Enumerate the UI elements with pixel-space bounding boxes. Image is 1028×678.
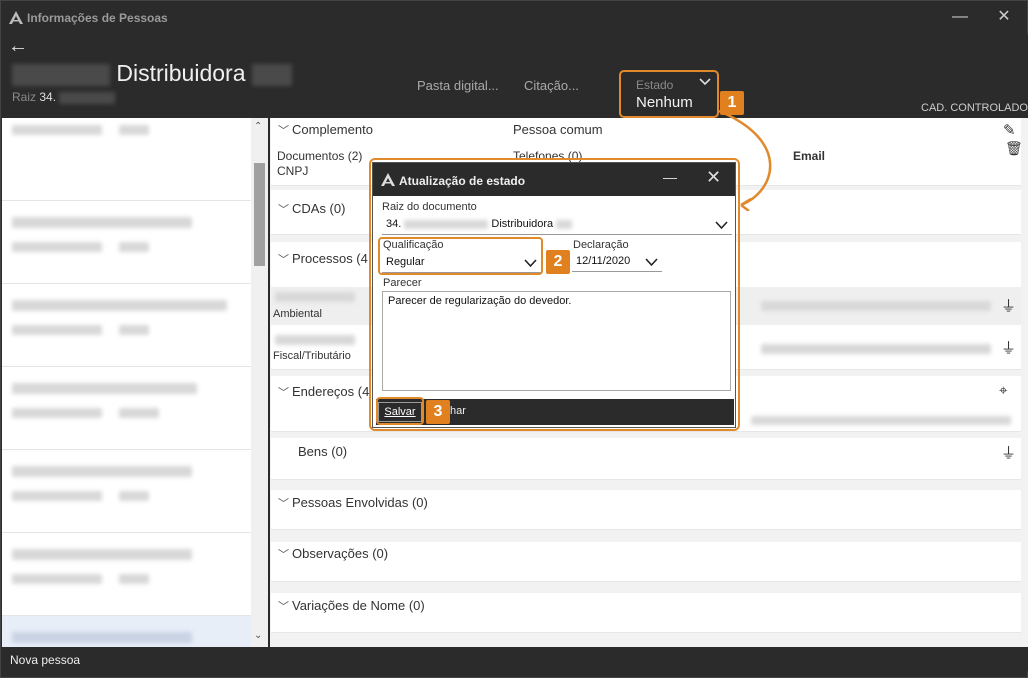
chevron-down-icon: [645, 258, 658, 267]
declaracao-date-picker[interactable]: 12/11/2020: [572, 252, 662, 272]
raiz-documento-select[interactable]: 34. Distribuidora: [382, 215, 732, 235]
back-arrow-icon[interactable]: ←: [8, 35, 28, 58]
scroll-down-icon[interactable]: ⌄: [254, 630, 262, 641]
pessoa-comum: Pessoa comum: [513, 122, 603, 137]
chevron-down-icon: [699, 78, 711, 86]
processos-title: Processos (4: [292, 251, 368, 266]
scroll-thumb[interactable]: [254, 163, 265, 266]
scrollbar[interactable]: ⌃ ⌄: [251, 118, 268, 647]
raiz-line: Raiz 34.: [12, 90, 116, 104]
list-item[interactable]: [2, 533, 251, 616]
envolvidas-title: Pessoas Envolvidas (0): [292, 495, 428, 510]
estado-label: Estado: [636, 78, 674, 92]
step-badge: 3: [426, 400, 450, 424]
section-bens: Bens (0) ⏚: [271, 438, 1021, 480]
documentos-label[interactable]: Documentos (2): [277, 149, 362, 163]
chevron-down-icon: ﹀: [278, 549, 289, 561]
list-item[interactable]: [2, 201, 251, 284]
bens-title[interactable]: Bens (0): [298, 444, 347, 459]
variacoes-title: Variações de Nome (0): [292, 598, 425, 613]
filter-icon[interactable]: ⏚: [1001, 295, 1016, 316]
step-badge: 1: [720, 91, 744, 115]
window-title: Informações de Pessoas: [27, 11, 168, 25]
observacoes-title: Observações (0): [292, 546, 389, 561]
filter-icon[interactable]: ⏚: [1001, 337, 1016, 358]
redacted-raiz: [59, 91, 116, 104]
app-logo-icon: [9, 11, 23, 24]
nova-pessoa-button[interactable]: Nova pessoa: [10, 653, 80, 667]
person-name: Distribuidora: [12, 60, 292, 87]
declaracao-label: Declaração: [573, 239, 629, 251]
chevron-down-icon: ﹀: [278, 204, 289, 216]
cancel-button[interactable]: har: [450, 405, 466, 417]
person-name-text: Distribuidora: [116, 60, 246, 86]
raiz-documento-label: Raiz do documento: [382, 201, 477, 213]
chevron-down-icon: ﹀: [278, 498, 289, 510]
email-label: Email: [793, 149, 826, 163]
cad-controlado-label: CAD. CONTROLADO: [921, 102, 1028, 114]
raiz-documento-value: 34.: [386, 218, 402, 230]
parecer-textarea[interactable]: Parecer de regularização do devedor.: [382, 291, 731, 391]
person-header: ← Distribuidora Raiz 34. Pasta digital..…: [2, 34, 1028, 118]
redacted-suffix: [251, 63, 292, 86]
section-header[interactable]: ﹀ Pessoas Envolvidas (0): [278, 495, 428, 511]
minimize-button[interactable]: —: [945, 7, 975, 29]
section-pessoas-envolvidas: ﹀ Pessoas Envolvidas (0): [271, 490, 1021, 530]
list-item-selected[interactable]: [2, 616, 251, 647]
enderecos-title: Endereços (4: [292, 384, 370, 399]
estado-value: Nenhum: [636, 94, 693, 111]
filter-icon[interactable]: ⏚: [1001, 442, 1016, 463]
map-pin-off-icon[interactable]: ⌖: [999, 382, 1007, 399]
minimize-button[interactable]: —: [663, 169, 677, 185]
list-item[interactable]: [2, 367, 251, 450]
chevron-down-icon: ﹀: [278, 125, 289, 137]
list-item[interactable]: [2, 450, 251, 533]
list-item[interactable]: [2, 118, 251, 201]
chevron-down-icon: [715, 221, 728, 230]
app-logo-icon: [381, 173, 395, 186]
chevron-down-icon: ﹀: [278, 254, 289, 266]
section-observacoes: ﹀ Observações (0): [271, 542, 1021, 582]
chevron-down-icon: ﹀: [278, 387, 289, 399]
close-dialog-button[interactable]: ✕: [706, 167, 721, 188]
dialog-title: Atualização de estado: [399, 174, 526, 188]
ambiental-label: Ambiental: [273, 308, 322, 320]
title-bar: Informações de Pessoas — ✕: [1, 1, 1027, 34]
parecer-label: Parecer: [383, 277, 422, 289]
footer-bar: Nova pessoa: [2, 647, 1028, 671]
section-header[interactable]: ﹀ Endereços (4: [278, 384, 369, 400]
estado-update-dialog: Atualização de estado — ✕ Raiz do docume…: [372, 162, 736, 428]
fiscal-label: Fiscal/Tributário: [273, 350, 351, 362]
citacao-link[interactable]: Citação...: [524, 78, 579, 93]
section-header[interactable]: ﹀ Complemento: [278, 122, 373, 138]
section-variacoes: ﹀ Variações de Nome (0): [271, 593, 1021, 633]
raiz-documento-name: Distribuidora: [491, 218, 554, 230]
app-window: Informações de Pessoas — ✕ ← Distribuido…: [0, 0, 1028, 678]
section-header[interactable]: ﹀ Observações (0): [278, 546, 388, 562]
declaracao-value: 12/11/2020: [576, 255, 631, 267]
step-badge: 2: [546, 250, 570, 274]
close-window-button[interactable]: ✕: [989, 7, 1019, 29]
complemento-title: Complemento: [292, 122, 373, 137]
cnpj-label: CNPJ: [277, 164, 309, 178]
scroll-up-icon[interactable]: ⌃: [254, 121, 262, 132]
trash-icon[interactable]: 🗑: [1005, 140, 1023, 157]
raiz-value: 34.: [39, 90, 57, 104]
list-item[interactable]: [2, 284, 251, 367]
qualificacao-highlight: [378, 237, 543, 275]
chevron-down-icon: ﹀: [278, 601, 289, 613]
pasta-digital-link[interactable]: Pasta digital...: [417, 78, 499, 93]
section-header[interactable]: ﹀ CDAs (0): [278, 201, 345, 217]
section-header[interactable]: ﹀ Processos (4: [278, 251, 368, 267]
section-header[interactable]: ﹀ Variações de Nome (0): [278, 598, 425, 614]
save-highlight: [376, 397, 424, 425]
people-list-pane: ⌃ ⌄: [2, 118, 268, 647]
people-list: [2, 118, 251, 647]
dialog-title-bar: Atualização de estado — ✕: [373, 163, 735, 196]
raiz-label: Raiz: [12, 90, 37, 104]
cdas-title: CDAs (0): [292, 201, 346, 216]
redacted-name: [12, 63, 110, 86]
pencil-edit-icon[interactable]: ✎: [1003, 121, 1016, 139]
